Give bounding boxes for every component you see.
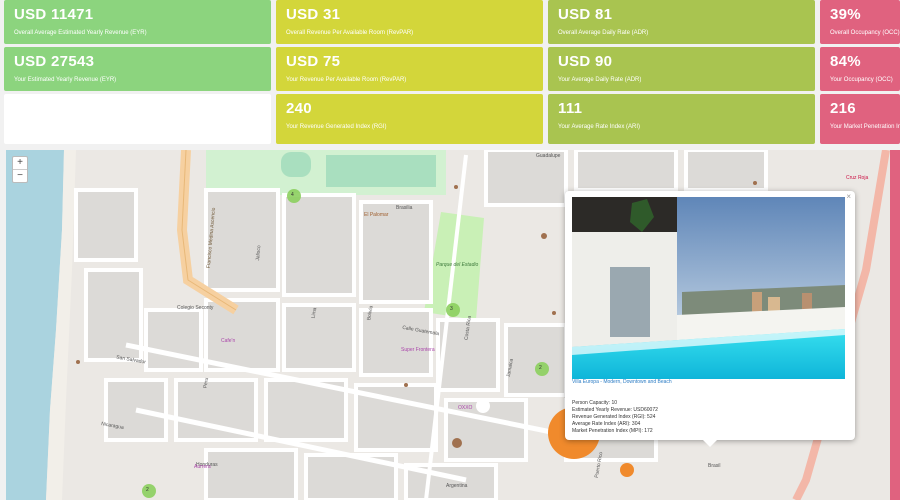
stat-label: Your Estimated Yearly Revenue (EYR)	[14, 77, 117, 83]
place-label: Cruz Roja	[846, 175, 869, 181]
detail-line: Revenue Generated Index (RGI): 524	[572, 414, 656, 420]
revenue-bubble	[452, 438, 462, 448]
stat-label: Your Revenue Per Available Room (RevPAR)	[286, 77, 407, 83]
detail-line: Person Capacity: 10	[572, 400, 618, 406]
stat-label: Overall Occupancy (OCC)	[830, 30, 900, 36]
place-label: El Palomar	[364, 212, 389, 218]
street-label: Brasil	[708, 463, 721, 469]
revenue-bubble	[541, 233, 547, 239]
place-label: Aurrera	[194, 464, 211, 470]
stat-overall-adr: USD 81 Overall Average Daily Rate (ADR)	[548, 0, 815, 44]
place-label: Cafe'n	[221, 338, 236, 344]
street-label: Guadalupe	[536, 153, 561, 159]
detail-line: Market Penetration Index (MPI): 172	[572, 428, 653, 434]
stat-overall-occ: 39% Overall Occupancy (OCC)	[820, 0, 900, 44]
stat-your-mpi: 216 Your Market Penetration Index (MPI)	[820, 94, 900, 144]
place-label: Colegio Seconty	[177, 305, 214, 311]
close-icon[interactable]: ×	[846, 192, 851, 201]
stat-value: USD 81	[558, 6, 613, 23]
cluster-marker	[142, 484, 156, 498]
stat-value: 111	[558, 100, 583, 117]
stat-value: USD 27543	[14, 53, 95, 70]
revenue-bubble	[404, 383, 408, 387]
zoom-in-button[interactable]: +	[13, 157, 27, 169]
cluster-marker	[535, 362, 549, 376]
stat-label: Overall Revenue Per Available Room (RevP…	[286, 30, 414, 36]
stat-label: Your Market Penetration Index (MPI)	[830, 124, 900, 130]
map-view[interactable]: 4 3 2 2 Brasilia Calle Guatemala San Sal…	[6, 150, 900, 500]
stat-overall-eyr: USD 11471 Overall Average Estimated Year…	[4, 0, 271, 44]
revenue-bubble	[552, 311, 556, 315]
stat-your-rgi: 240 Your Revenue Generated Index (RGI)	[276, 94, 543, 144]
listing-popup: × Villa Europa - Modern, Downtown and Be…	[565, 191, 855, 447]
stat-your-eyr: USD 27543 Your Estimated Yearly Revenue …	[4, 47, 271, 91]
stadium-field	[326, 155, 436, 187]
stat-value: USD 31	[286, 6, 341, 23]
right-edge	[890, 150, 900, 500]
stat-label: Overall Average Daily Rate (ADR)	[558, 30, 649, 36]
stat-value: 84%	[830, 53, 861, 70]
cluster-count[interactable]: 2	[539, 365, 542, 371]
stat-your-occ: 84% Your Occupancy (OCC)	[820, 47, 900, 91]
revenue-bubble	[753, 181, 757, 185]
stat-your-ari: 111 Your Average Rate Index (ARI)	[548, 94, 815, 144]
cluster-count[interactable]: 4	[291, 192, 294, 198]
revenue-bubble	[454, 185, 458, 189]
stat-value: USD 11471	[14, 6, 94, 23]
listing-photo	[572, 197, 845, 379]
cluster-count[interactable]: 3	[450, 306, 453, 312]
cluster-count[interactable]: 2	[146, 487, 149, 493]
detail-line: Average Rate Index (ARI): 304	[572, 421, 641, 427]
place-label: Super Frontera	[401, 347, 435, 353]
listing-title-link[interactable]: Villa Europa - Modern, Downtown and Beac…	[572, 379, 672, 385]
stat-label: Your Occupancy (OCC)	[830, 77, 893, 83]
zoom-control: + −	[12, 156, 28, 183]
stat-value: 39%	[830, 6, 861, 23]
street-label: Brasilia	[396, 205, 413, 211]
revenue-bubble	[76, 360, 80, 364]
stat-value: USD 90	[558, 53, 613, 70]
popup-tip	[703, 440, 717, 447]
stadium-pitch	[281, 152, 311, 177]
stat-empty-tile	[4, 94, 271, 144]
stat-value: USD 75	[286, 53, 341, 70]
park-label: Parque del Estadio	[436, 262, 479, 268]
stat-value: 216	[830, 100, 856, 117]
cluster-marker	[446, 303, 460, 317]
detail-line: Estimated Yearly Revenue: USD60072	[572, 407, 658, 413]
revenue-bubble	[476, 399, 490, 413]
stat-your-revpar: USD 75 Your Revenue Per Available Room (…	[276, 47, 543, 91]
stat-value: 240	[286, 100, 312, 117]
stat-label: Overall Average Estimated Yearly Revenue…	[14, 30, 147, 36]
stat-overall-revpar: USD 31 Overall Revenue Per Available Roo…	[276, 0, 543, 44]
listing-details: Person Capacity: 10 Estimated Yearly Rev…	[572, 400, 658, 435]
place-label: OXXO	[458, 405, 473, 411]
zoom-out-button[interactable]: −	[13, 169, 27, 182]
stat-label: Your Average Daily Rate (ADR)	[558, 77, 642, 83]
stat-your-adr: USD 90 Your Average Daily Rate (ADR)	[548, 47, 815, 91]
street-label: Argentina	[446, 483, 468, 489]
revenue-bubble	[620, 463, 634, 477]
stat-label: Your Average Rate Index (ARI)	[558, 124, 641, 130]
stat-label: Your Revenue Generated Index (RGI)	[286, 124, 387, 130]
cluster-marker	[287, 189, 301, 203]
